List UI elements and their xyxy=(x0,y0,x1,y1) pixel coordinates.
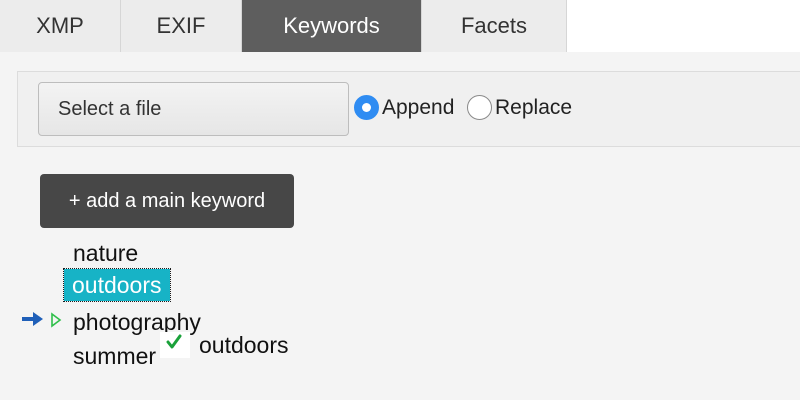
add-main-keyword-button[interactable]: + add a main keyword xyxy=(40,174,294,228)
append-option[interactable]: Append xyxy=(354,95,454,120)
select-file-button[interactable]: Select a file xyxy=(38,82,349,136)
tab-facets[interactable]: Facets xyxy=(422,0,567,52)
replace-option[interactable]: Replace xyxy=(467,95,572,120)
replace-radio[interactable] xyxy=(467,95,492,120)
keyword-item-nature[interactable]: nature xyxy=(73,239,138,267)
append-radio[interactable] xyxy=(354,95,379,120)
tab-exif[interactable]: EXIF xyxy=(121,0,242,52)
tab-bar: XMP EXIF Keywords Facets xyxy=(0,0,800,52)
drag-preview-label: outdoors xyxy=(199,332,289,358)
check-icon xyxy=(166,334,182,349)
tab-xmp[interactable]: XMP xyxy=(0,0,121,52)
expand-triangle-icon[interactable] xyxy=(50,312,62,328)
append-label: Append xyxy=(382,95,455,119)
tab-keywords[interactable]: Keywords xyxy=(242,0,422,52)
drop-target-arrow-icon xyxy=(22,312,43,326)
keyword-item-outdoors[interactable]: outdoors xyxy=(63,268,171,302)
keyword-item-summer[interactable]: summer xyxy=(73,342,156,370)
replace-label: Replace xyxy=(495,95,573,119)
keyword-toolbar: Select a file Append Replace xyxy=(17,71,800,147)
